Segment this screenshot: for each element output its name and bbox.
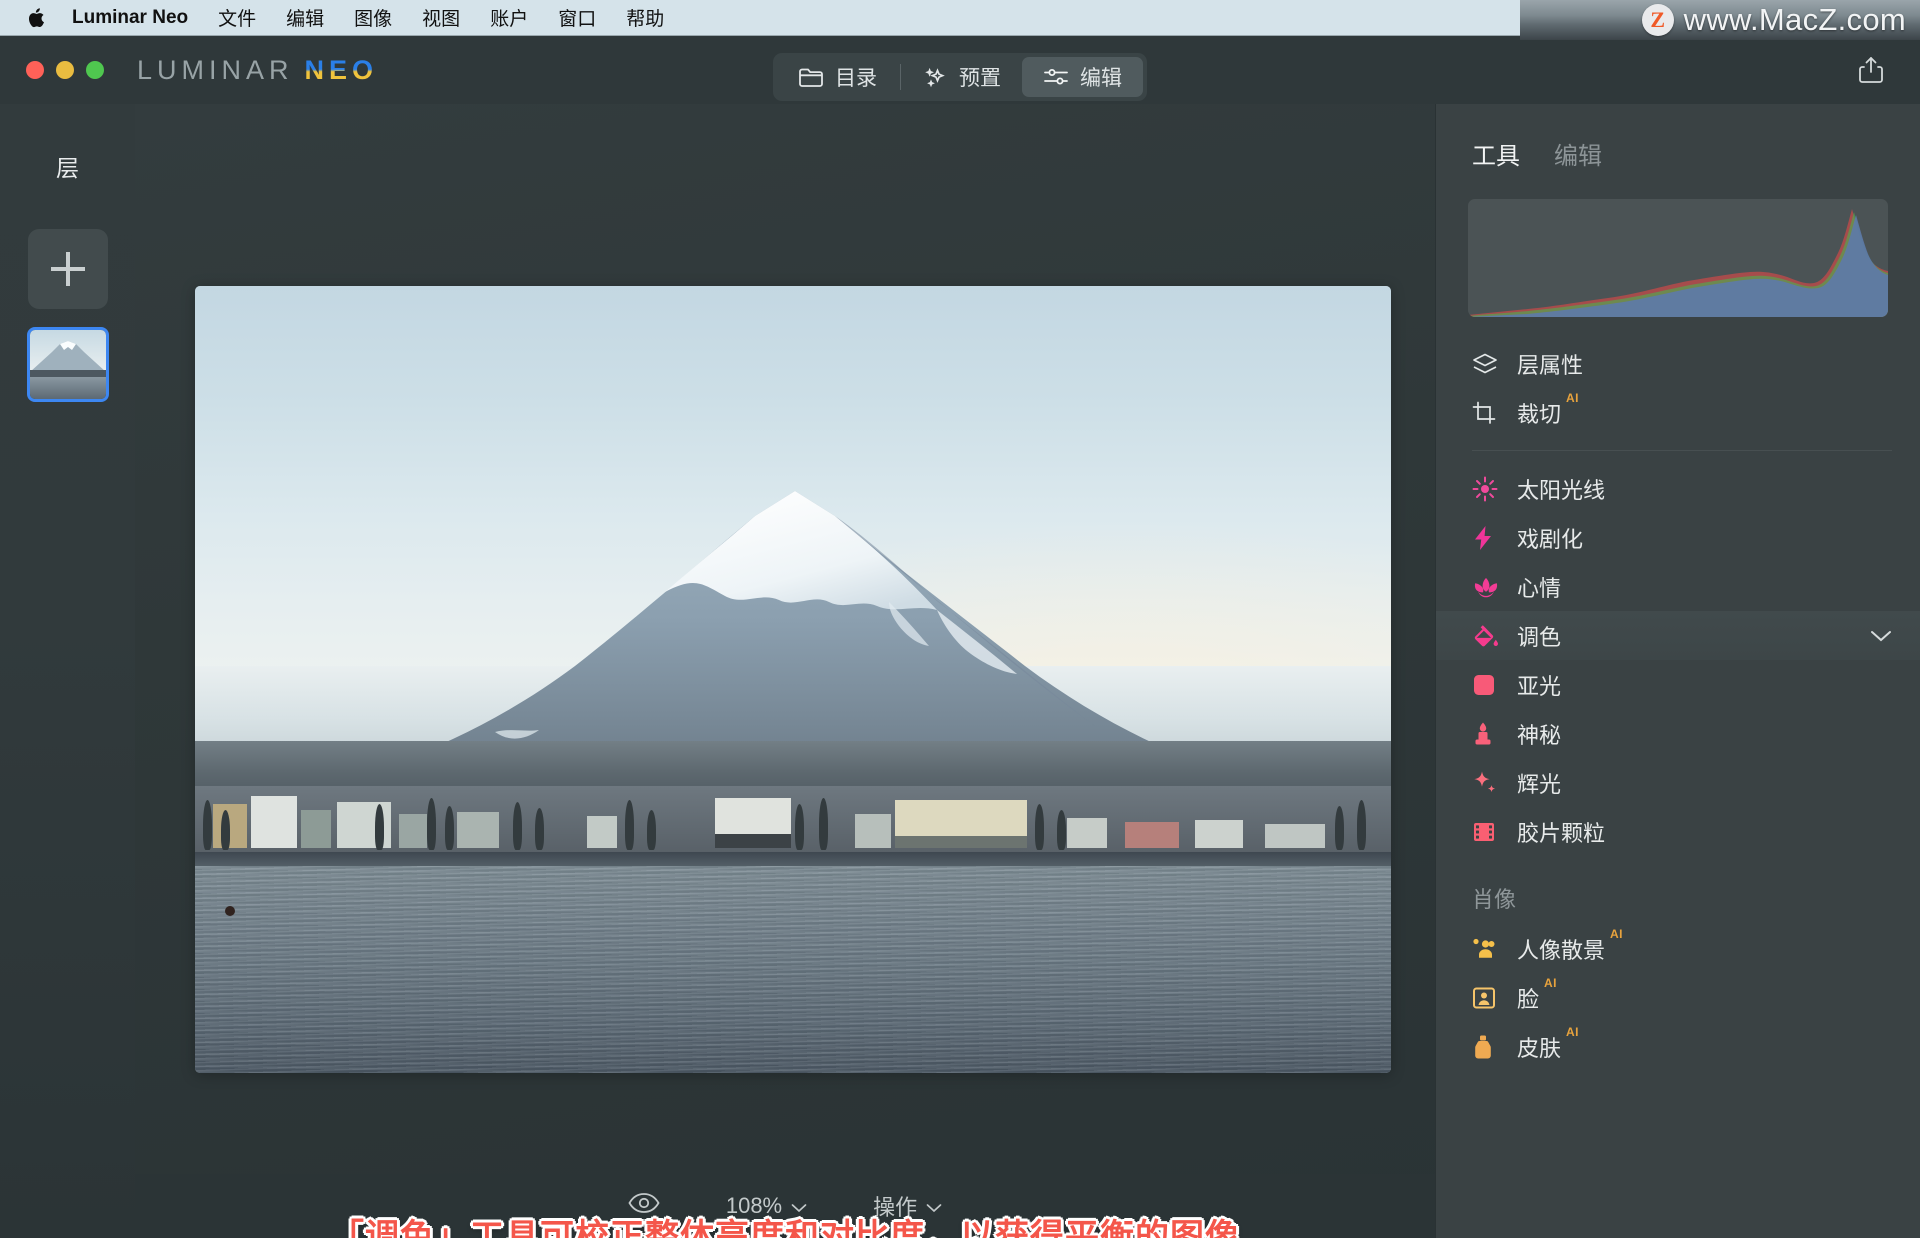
tool-color[interactable]: 调色 [1436, 611, 1920, 660]
main-tab-switcher: 目录 预置 编辑 [773, 53, 1147, 101]
tools-divider [1472, 450, 1892, 451]
tool-portrait-bokeh[interactable]: 人像散景 AI [1436, 924, 1920, 973]
tool-glow[interactable]: 辉光 [1436, 758, 1920, 807]
apple-logo-icon[interactable] [26, 6, 46, 30]
layers-panel: 层 [0, 104, 135, 1238]
menubar-item-view[interactable]: 视图 [422, 4, 460, 31]
tool-mystical-label: 神秘 [1517, 722, 1562, 748]
section-portrait-title: 肖像 [1472, 887, 1517, 912]
menubar-app-name[interactable]: Luminar Neo [72, 7, 188, 29]
tool-matte[interactable]: 亚光 [1436, 660, 1920, 709]
layers-icon [1472, 350, 1502, 378]
tab-edit-label: 编辑 [1080, 67, 1122, 90]
matte-square-icon [1472, 671, 1502, 699]
tool-mood-label: 心情 [1517, 575, 1562, 601]
tool-crop[interactable]: 裁切 AI [1436, 388, 1920, 437]
photo-lake-water [195, 866, 1391, 1073]
film-strip-icon [1472, 818, 1502, 846]
tab-catalog-label: 目录 [835, 67, 877, 90]
tool-dramatic[interactable]: 戏剧化 [1436, 513, 1920, 562]
ai-badge: AI [1566, 391, 1580, 405]
rgb-histogram[interactable] [1468, 199, 1888, 317]
tab-tools[interactable]: 工具 [1472, 136, 1520, 171]
bolt-icon [1472, 524, 1502, 552]
tool-face[interactable]: 脸 AI [1436, 973, 1920, 1022]
tool-color-label: 调色 [1517, 624, 1562, 650]
chevron-down-icon[interactable] [1870, 629, 1892, 643]
crop-icon [1472, 399, 1502, 427]
plus-icon [50, 252, 85, 286]
menubar-item-account[interactable]: 账户 [490, 4, 528, 31]
sparkles-icon [924, 65, 948, 89]
photo-town [195, 786, 1391, 858]
ai-badge: AI [1566, 1025, 1580, 1039]
tools-panel: 工具 编辑 层属性 裁切 AI 太阳光线 戏剧化 心情 调色 亚光 神秘 辉光 … [1435, 104, 1920, 1238]
tool-face-label: 脸 [1517, 986, 1540, 1012]
tutorial-caption: 「调色」工具可校正整体亮度和对比度，以获得平衡的图像 [330, 1218, 1240, 1238]
layers-panel-title: 层 [56, 155, 79, 181]
window-controls [26, 61, 104, 79]
tab-divider [900, 64, 901, 90]
share-icon[interactable] [1852, 51, 1890, 89]
lotus-icon [1472, 573, 1502, 601]
brand-neo: NEO [304, 54, 379, 85]
photo-buoy [225, 906, 235, 916]
tool-skin-label: 皮肤 [1517, 1035, 1562, 1061]
menubar-item-file[interactable]: 文件 [218, 4, 256, 31]
menubar-item-help[interactable]: 帮助 [626, 4, 664, 31]
tools-panel-tabs: 工具 编辑 [1436, 104, 1920, 171]
macz-logo-icon: Z [1641, 4, 1674, 36]
minimize-button[interactable] [56, 61, 74, 79]
glow-sparkle-icon [1472, 769, 1502, 797]
tools-list: 层属性 裁切 AI 太阳光线 戏剧化 心情 调色 亚光 神秘 辉光 胶片颗粒 肖… [1436, 339, 1920, 1238]
menubar-item-image[interactable]: 图像 [354, 4, 392, 31]
sun-rays-icon [1472, 475, 1502, 503]
menubar-item-edit[interactable]: 编辑 [286, 4, 324, 31]
brand-luminar: LUMINAR [137, 54, 294, 85]
tool-sunrays-label: 太阳光线 [1517, 477, 1606, 503]
tool-matte-label: 亚光 [1517, 673, 1562, 699]
candle-icon [1472, 720, 1502, 748]
maximize-button[interactable] [86, 61, 104, 79]
portrait-bokeh-icon [1472, 935, 1502, 963]
tab-catalog[interactable]: 目录 [777, 57, 898, 97]
tool-film-grain[interactable]: 胶片颗粒 [1436, 807, 1920, 856]
app-logo: LUMINAR NEO [137, 55, 378, 86]
sliders-icon [1043, 66, 1069, 88]
canvas-area: 「调色」工具可校正整体亮度和对比度，以获得平衡的图像 108% 操作 [135, 104, 1435, 1238]
skin-bottle-icon [1472, 1033, 1502, 1061]
folder-icon [798, 66, 824, 88]
menubar-item-window[interactable]: 窗口 [558, 4, 596, 31]
ai-badge: AI [1610, 927, 1624, 941]
app-title-bar: LUMINAR NEO 目录 预置 编辑 [0, 36, 1920, 104]
tab-edit[interactable]: 编辑 [1022, 57, 1143, 97]
tab-presets[interactable]: 预置 [903, 57, 1022, 97]
tool-mystical[interactable]: 神秘 [1436, 709, 1920, 758]
tool-glow-label: 辉光 [1517, 771, 1562, 797]
face-icon [1472, 984, 1502, 1012]
tool-layer-properties-label: 层属性 [1517, 352, 1584, 378]
paint-bucket-icon [1472, 622, 1502, 650]
tool-sunrays[interactable]: 太阳光线 [1436, 464, 1920, 513]
add-layer-button[interactable] [27, 229, 108, 309]
tab-edits[interactable]: 编辑 [1554, 136, 1602, 171]
tool-layer-properties[interactable]: 层属性 [1436, 339, 1920, 388]
tool-crop-label: 裁切 [1517, 401, 1562, 427]
watermark-overlay: Z www.MacZ.com [1520, 0, 1920, 40]
watermark-url: www.MacZ.com [1683, 2, 1906, 37]
ai-badge: AI [1544, 976, 1558, 990]
tool-dramatic-label: 戏剧化 [1517, 526, 1584, 552]
close-button[interactable] [26, 61, 44, 79]
layer-thumbnail[interactable] [26, 327, 109, 402]
photo-canvas[interactable] [195, 286, 1391, 1073]
tool-skin[interactable]: 皮肤 AI [1436, 1022, 1920, 1071]
tool-mood[interactable]: 心情 [1436, 562, 1920, 611]
tab-presets-label: 预置 [959, 67, 1001, 90]
tool-film-grain-label: 胶片颗粒 [1517, 820, 1606, 846]
luminar-neo-window: LUMINAR NEO 目录 预置 编辑 层 「调色」工具可校正整体亮度和对比度… [0, 36, 1920, 1238]
tool-portrait-bokeh-label: 人像散景 [1517, 937, 1606, 963]
